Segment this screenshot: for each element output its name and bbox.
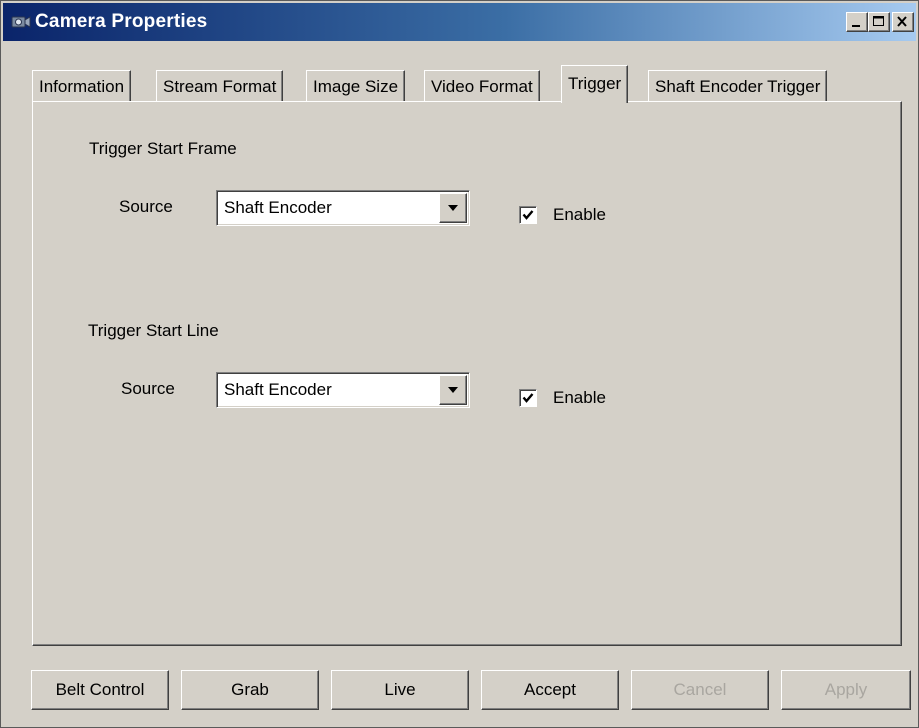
accept-button[interactable]: Accept [481,670,619,710]
close-icon [897,16,907,27]
trigger-tab-panel [32,101,902,646]
tab-information[interactable]: Information [32,70,132,102]
minimize-icon [852,25,860,27]
tab-trigger[interactable]: Trigger [561,65,629,103]
window-title: Camera Properties [35,11,208,32]
belt-control-button[interactable]: Belt Control [31,670,169,710]
apply-button[interactable]: Apply [781,670,911,710]
maximize-icon [873,16,884,26]
title-bar[interactable]: Camera Properties [3,3,916,41]
live-button[interactable]: Live [331,670,469,710]
camera-properties-window: Camera Properties Information Stream For… [0,0,919,728]
tab-image-size[interactable]: Image Size [306,70,406,102]
cancel-button[interactable]: Cancel [631,670,769,710]
tab-stream-format[interactable]: Stream Format [156,70,284,102]
grab-button[interactable]: Grab [181,670,319,710]
tab-shaft-encoder-trigger[interactable]: Shaft Encoder Trigger [648,70,828,102]
maximize-button[interactable] [868,12,890,32]
close-button[interactable] [892,12,914,32]
minimize-button[interactable] [846,12,868,32]
tab-video-format[interactable]: Video Format [424,70,540,102]
camera-icon [11,14,31,30]
